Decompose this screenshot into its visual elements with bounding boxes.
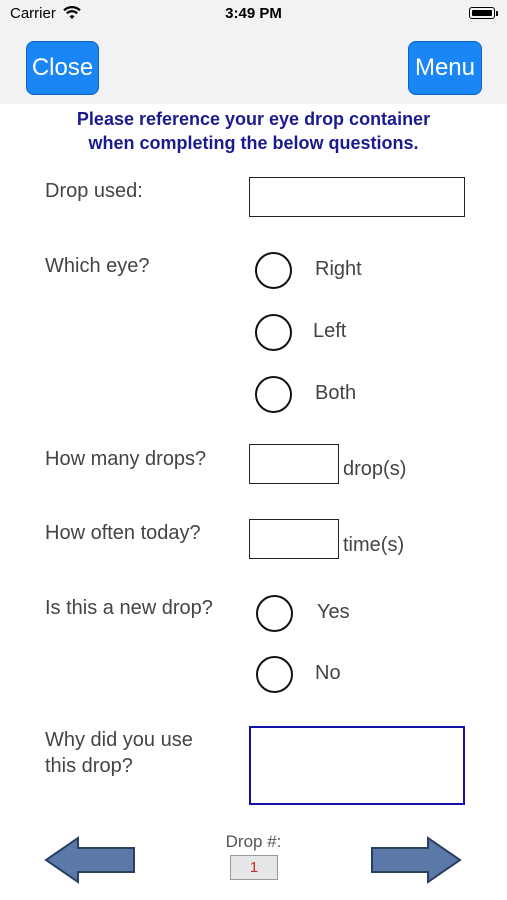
navigation-bar: Close Menu [0,28,507,104]
why-used-label-line-1: Why did you use [45,729,193,751]
option-both-label: Both [315,382,357,404]
which-eye-label: Which eye? [45,255,150,277]
battery-cap [496,11,498,16]
option-no-label: No [315,662,341,684]
instruction-text: Please reference your eye drop container… [20,107,487,155]
drop-count-field[interactable] [249,444,339,484]
instruction-line-2: when completing the below questions. [88,133,419,153]
menu-button[interactable]: Menu [408,41,482,95]
radio-new-drop-yes[interactable] [256,595,293,632]
why-used-label: Why did you use this drop? [45,727,193,779]
radio-left-eye[interactable] [255,314,292,351]
battery-icon [469,7,495,19]
how-many-drops-label: How many drops? [45,448,207,470]
drops-unit-label: drop(s) [343,458,407,480]
next-arrow-icon[interactable] [370,836,462,884]
option-yes-label: Yes [317,601,350,623]
clock: 3:49 PM [225,5,282,22]
how-often-label: How often today? [45,522,201,544]
radio-new-drop-no[interactable] [256,656,293,693]
why-used-label-line-2: this drop? [45,755,133,777]
drop-used-field[interactable] [249,177,465,217]
option-left-label: Left [313,320,347,342]
close-button[interactable]: Close [26,41,99,95]
drop-number-field: 1 [230,855,278,880]
drop-used-label: Drop used: [45,180,143,202]
option-right-label: Right [315,258,362,280]
status-bar: Carrier 3:49 PM [0,0,507,28]
new-drop-label: Is this a new drop? [45,597,213,619]
instruction-line-1: Please reference your eye drop container [76,109,431,129]
frequency-field[interactable] [249,519,339,559]
radio-right-eye[interactable] [255,252,292,289]
times-unit-label: time(s) [343,534,405,556]
radio-both-eyes[interactable] [255,376,292,413]
why-used-field[interactable] [249,726,465,805]
